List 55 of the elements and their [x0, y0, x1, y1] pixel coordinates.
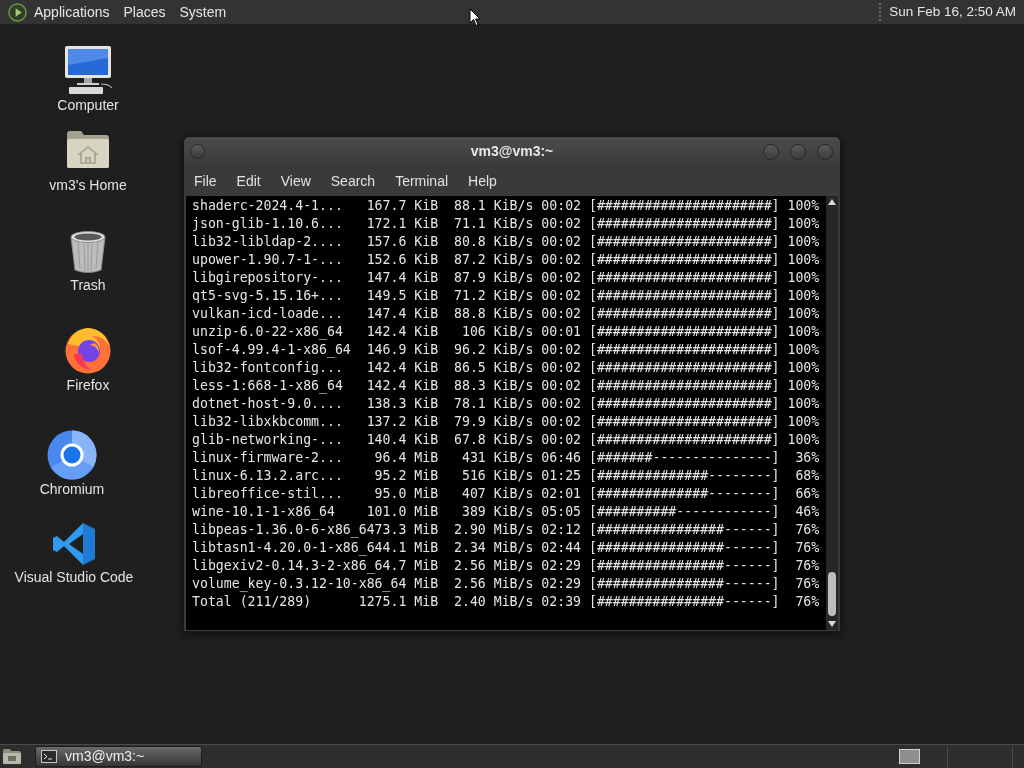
scrollbar-thumb[interactable]: [828, 572, 836, 616]
terminal-line: libtasn1-4.20.0-1-x86_644.1 MiB 2.34 MiB/s 02:44 [################------] 76%: [192, 539, 820, 557]
terminal-line: vulkan-icd-loade... 147.4 KiB 88.8 KiB/s 00:02 [######################] 100%: [192, 305, 820, 323]
terminal-line: lsof-4.99.4-1-x86_64 146.9 KiB 96.2 KiB/s 00:02 [######################] 100%: [192, 341, 820, 359]
menu-item[interactable]: Terminal: [385, 170, 459, 192]
panel-menu[interactable]: Places: [116, 2, 173, 22]
taskbar-button[interactable]: vm3@vm3:~: [35, 746, 202, 767]
terminal-line: wine-10.1-1-x86_64 101.0 MiB 389 KiB/s 05:05 [##########------------] 46%: [192, 503, 820, 521]
chromium-logo-icon[interactable]: [47, 430, 97, 480]
terminal-line: qt5-svg-5.15.16+... 149.5 KiB 71.2 KiB/s 00:02 [######################] 100%: [192, 287, 820, 305]
panel-menu[interactable]: System: [172, 2, 234, 22]
trash-icon[interactable]: [67, 230, 109, 274]
terminal-line: shaderc-2024.4-1... 167.7 KiB 88.1 KiB/s 00:02 [######################] 100%: [192, 197, 820, 215]
desktop-shortcut[interactable]: Chromium: [39, 430, 105, 497]
menu-item[interactable]: Edit: [226, 170, 271, 192]
window-title: vm3@vm3:~: [469, 142, 555, 161]
terminal-line: libgexiv2-0.14.3-2-x86_64.7 MiB 2.56 MiB/s 02:29 [################------] 76%: [192, 557, 820, 575]
terminal-line: less-1:668-1-x86_64 142.4 KiB 88.3 KiB/s 00:02 [######################] 100%: [192, 377, 820, 395]
terminal-line: lib32-libldap-2.... 157.6 KiB 80.8 KiB/s 00:02 [######################] 100%: [192, 233, 820, 251]
desktop-shortcut[interactable]: vm3's Home: [49, 130, 127, 193]
terminal-line: linux-6.13.2.arc... 95.2 MiB 516 KiB/s 01:25 [##############--------] 68%: [192, 467, 820, 485]
clock[interactable]: Sun Feb 16, 2:50 AM: [889, 1, 1016, 23]
desktop-shortcut[interactable]: Visual Studio Code: [14, 522, 134, 585]
panel-menu[interactable]: Applications: [27, 2, 117, 22]
terminal-line: lib32-fontconfig... 142.4 KiB 86.5 KiB/s 00:02 [######################] 100%: [192, 359, 820, 377]
menu-item[interactable]: Help: [458, 170, 507, 192]
code-editor-logo-icon[interactable]: [52, 522, 96, 566]
scroll-down-icon[interactable]: [828, 621, 836, 627]
mouse-pointer-icon: [469, 8, 481, 27]
terminal-line: lib32-libxkbcomm... 137.2 KiB 79.9 KiB/s 00:02 [######################] 100%: [192, 413, 820, 431]
menu-item[interactable]: File: [184, 170, 227, 192]
play-circle-icon[interactable]: [8, 2, 27, 22]
scroll-up-icon[interactable]: [828, 199, 836, 205]
terminal-line: dotnet-host-9.0.... 138.3 KiB 78.1 KiB/s 00:02 [######################] 100%: [192, 395, 820, 413]
terminal-line: unzip-6.0-22-x86_64 142.4 KiB 106 KiB/s 00:01 [######################] 100%: [192, 323, 820, 341]
terminal-line: volume_key-0.3.12-10-x86_64 MiB 2.56 MiB/s 02:29 [################------] 76%: [192, 575, 820, 593]
terminal-line: upower-1.90.7-1-... 152.6 KiB 87.2 KiB/s 00:02 [######################] 100%: [192, 251, 820, 269]
terminal-line: glib-networking-... 140.4 KiB 67.8 KiB/s 00:02 [######################] 100%: [192, 431, 820, 449]
menu-item[interactable]: Search: [320, 170, 386, 192]
terminal-icon[interactable]: [41, 750, 57, 763]
desktop-shortcut[interactable]: Firefox: [64, 326, 112, 393]
home-folder-icon[interactable]: [66, 130, 110, 168]
terminal-line: Total (211/289) 1275.1 MiB 2.40 MiB/s 02:39 [################------] 76%: [192, 593, 820, 611]
terminal-line: linux-firmware-2... 96.4 MiB 431 KiB/s 06:46 [#######---------------] 36%: [192, 449, 820, 467]
scrollbar[interactable]: [826, 196, 838, 630]
menu-item[interactable]: View: [270, 170, 321, 192]
terminal-line: libpeas-1.36.0-6-x86_6473.3 MiB 2.90 MiB/s 02:12 [################------] 76%: [192, 521, 820, 539]
desktop-shortcut[interactable]: Trash: [67, 230, 109, 293]
terminal-line: libreoffice-stil... 95.0 MiB 407 KiB/s 02:01 [##############--------] 66%: [192, 485, 820, 503]
workspace-switcher[interactable]: [899, 749, 920, 764]
terminal-line: json-glib-1.10.6... 172.1 KiB 71.1 KiB/s 00:02 [######################] 100%: [192, 215, 820, 233]
terminal-line: libgirepository-... 147.4 KiB 87.9 KiB/s 00:02 [######################] 100%: [192, 269, 820, 287]
firefox-logo-icon[interactable]: [64, 326, 112, 374]
monitor-icon[interactable]: [63, 46, 113, 94]
desktop-shortcut[interactable]: Computer: [57, 46, 119, 113]
